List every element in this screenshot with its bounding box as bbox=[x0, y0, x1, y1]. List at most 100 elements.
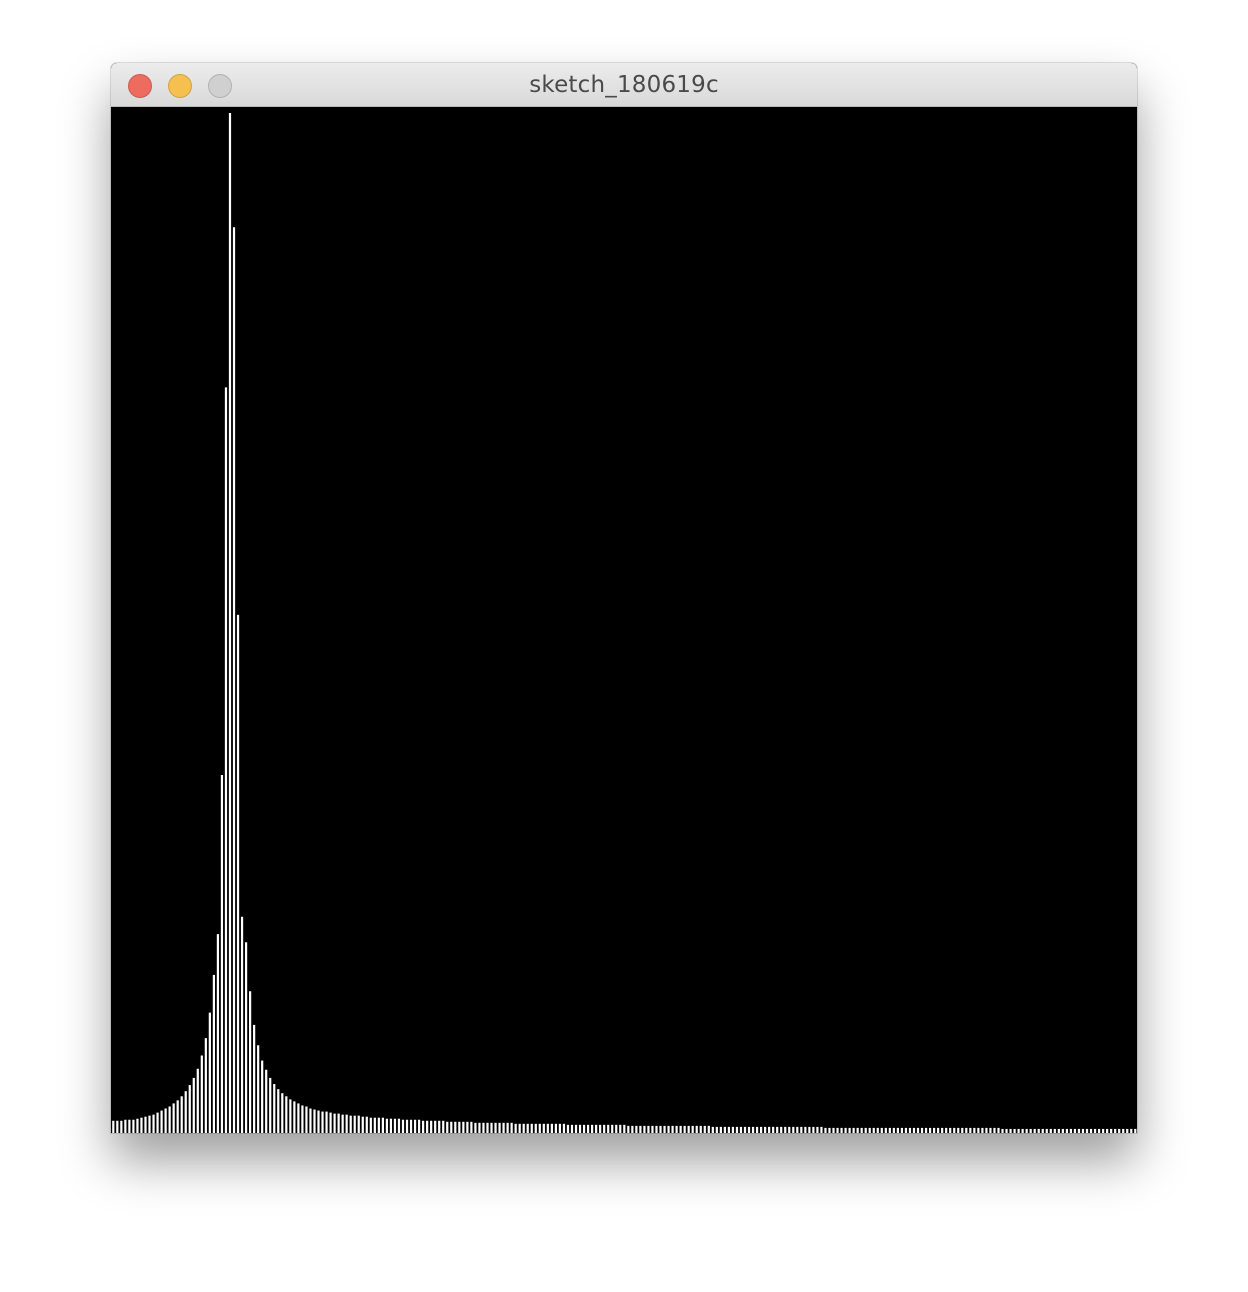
spectrum-bar bbox=[232, 227, 236, 1133]
spectrum-bar bbox=[534, 1123, 537, 1133]
spectrum-bar bbox=[204, 1038, 207, 1133]
spectrum-bar bbox=[494, 1122, 497, 1133]
spectrum-bar bbox=[116, 1120, 119, 1133]
spectrum-bar bbox=[957, 1127, 960, 1133]
spectrum-bar bbox=[989, 1127, 992, 1133]
spectrum-bar bbox=[413, 1119, 417, 1133]
spectrum-bar bbox=[309, 1108, 312, 1133]
spectrum-bar bbox=[603, 1124, 606, 1133]
spectrum-bar bbox=[224, 387, 228, 1133]
spectrum-bar bbox=[417, 1119, 421, 1133]
spectrum-bar bbox=[1045, 1128, 1048, 1133]
spectrum-bar bbox=[526, 1123, 529, 1133]
spectrum-bar bbox=[997, 1127, 1000, 1133]
spectrum-bar bbox=[522, 1123, 525, 1133]
spectrum-bar bbox=[1001, 1128, 1004, 1133]
spectrum-bar bbox=[876, 1127, 879, 1133]
spectrum-bar bbox=[301, 1105, 304, 1133]
spectrum-bar bbox=[321, 1111, 324, 1133]
spectrum-bar bbox=[180, 1096, 183, 1133]
spectrum-bar bbox=[800, 1126, 803, 1133]
spectrum-bar bbox=[1101, 1128, 1105, 1133]
spectrum-bar bbox=[289, 1099, 292, 1133]
spectrum-bar bbox=[1025, 1128, 1028, 1133]
spectrum-bar bbox=[422, 1120, 425, 1133]
spectrum-bar bbox=[856, 1127, 859, 1133]
spectrum-bar bbox=[409, 1119, 413, 1133]
spectrum-bar bbox=[832, 1127, 835, 1133]
spectrum-bar bbox=[397, 1118, 401, 1133]
spectrum-bar bbox=[924, 1127, 928, 1133]
spectrum-bar bbox=[751, 1126, 755, 1133]
spectrum-bar bbox=[1093, 1128, 1097, 1133]
spectrum-bar bbox=[1017, 1128, 1020, 1133]
spectrum-bar bbox=[1057, 1128, 1060, 1133]
spectrum-bar bbox=[848, 1127, 851, 1133]
spectrum-bar bbox=[261, 1060, 264, 1133]
spectrum-bar bbox=[723, 1126, 726, 1133]
spectrum-bar bbox=[892, 1127, 895, 1133]
spectrum-bar bbox=[824, 1127, 827, 1133]
spectrum-bar bbox=[828, 1127, 831, 1133]
spectrum-bar bbox=[1037, 1128, 1040, 1133]
spectrum-bar bbox=[675, 1125, 678, 1133]
spectrum-bar bbox=[888, 1127, 891, 1133]
spectrum-bar bbox=[933, 1127, 936, 1133]
spectrum-bar bbox=[651, 1125, 654, 1133]
spectrum-bar bbox=[747, 1126, 751, 1133]
spectrum-bar bbox=[442, 1120, 445, 1133]
spectrum-bar bbox=[615, 1124, 618, 1133]
spectrum-bar bbox=[462, 1121, 465, 1133]
spectrum-bar bbox=[904, 1127, 908, 1133]
spectrum-bar bbox=[908, 1127, 912, 1133]
spectrum-bar bbox=[265, 1069, 268, 1133]
spectrum-bar bbox=[542, 1123, 545, 1133]
spectrum-bar bbox=[498, 1122, 501, 1133]
spectrum-bar bbox=[490, 1122, 493, 1133]
spectrum-bar bbox=[764, 1126, 767, 1133]
spectrum-bar bbox=[993, 1127, 996, 1133]
spectrum-bar bbox=[1077, 1128, 1081, 1133]
spectrum-bar bbox=[1029, 1128, 1032, 1133]
sketch-window: sketch_180619c bbox=[111, 63, 1137, 1133]
spectrum-bar bbox=[381, 1117, 384, 1133]
spectrum-bar bbox=[148, 1115, 151, 1133]
title-bar[interactable]: sketch_180619c bbox=[111, 63, 1137, 107]
spectrum-bar bbox=[566, 1124, 570, 1133]
spectrum-bar bbox=[405, 1119, 409, 1133]
spectrum-bar bbox=[249, 991, 252, 1133]
spectrum-bar bbox=[1106, 1128, 1109, 1133]
spectrum-bar bbox=[772, 1126, 775, 1133]
spectrum-bar bbox=[120, 1120, 123, 1133]
spectrum-bar bbox=[574, 1124, 578, 1133]
spectrum-bar bbox=[236, 614, 240, 1133]
spectrum-bar bbox=[228, 113, 232, 1133]
spectrum-bar bbox=[780, 1126, 783, 1133]
spectrum-bar bbox=[937, 1127, 940, 1133]
spectrum-bar bbox=[184, 1091, 187, 1133]
spectrum-bar bbox=[313, 1109, 316, 1133]
spectrum-bar bbox=[812, 1126, 815, 1133]
spectrum-bar bbox=[474, 1122, 477, 1133]
spectrum-bar bbox=[257, 1045, 260, 1133]
spectrum-bar bbox=[164, 1108, 167, 1133]
spectrum-bar bbox=[977, 1127, 980, 1133]
spectrum-bar bbox=[341, 1114, 344, 1133]
spectrum-bar bbox=[1085, 1128, 1089, 1133]
spectrum-bar bbox=[635, 1125, 638, 1133]
spectrum-bar bbox=[377, 1117, 380, 1133]
spectrum-bar bbox=[691, 1125, 694, 1133]
spectrum-bar bbox=[836, 1127, 839, 1133]
spectrum-bar bbox=[639, 1125, 642, 1133]
spectrum-bar bbox=[132, 1119, 135, 1133]
spectrum-bar bbox=[965, 1127, 968, 1133]
spectrum-bar bbox=[788, 1126, 791, 1133]
spectrum-bar bbox=[458, 1121, 461, 1133]
spectrum-bar bbox=[743, 1126, 747, 1133]
spectrum-bar bbox=[546, 1123, 549, 1133]
spectrum-bar bbox=[426, 1120, 429, 1133]
spectrum-bar bbox=[329, 1112, 332, 1133]
spectrum-bar bbox=[136, 1118, 139, 1133]
spectrum-bar bbox=[361, 1116, 364, 1133]
spectrum-bar-chart bbox=[111, 107, 1137, 1133]
